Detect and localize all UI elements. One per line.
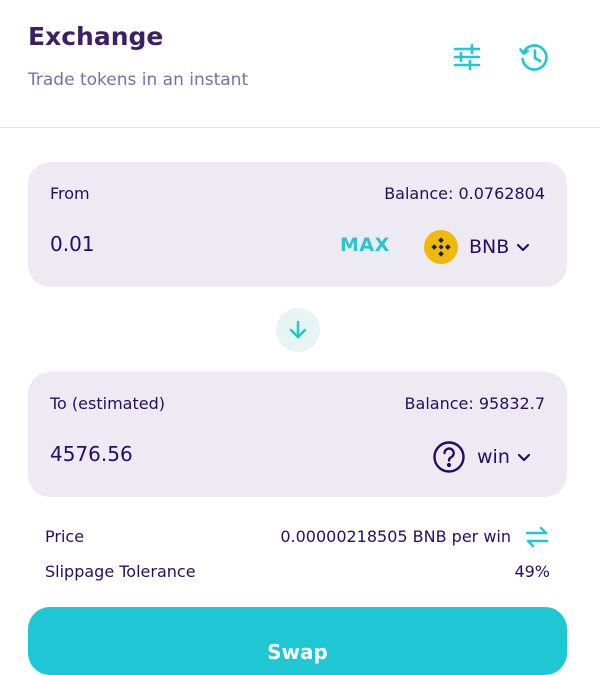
sliders-icon (453, 43, 481, 71)
to-token-select[interactable]: win (432, 439, 532, 475)
to-balance: Balance: 95832.7 (404, 394, 545, 413)
max-button[interactable]: MAX (340, 234, 390, 256)
arrow-down-icon (289, 320, 307, 339)
chevron-down-icon (515, 239, 531, 255)
swap-button[interactable]: Swap (28, 607, 567, 675)
slippage-label: Slippage Tolerance (45, 562, 196, 581)
from-label: From (50, 184, 90, 203)
price-label: Price (45, 527, 85, 546)
from-balance: Balance: 0.0762804 (384, 184, 545, 203)
bnb-logo-icon (424, 230, 458, 264)
to-amount-input[interactable] (50, 442, 270, 466)
to-token-symbol: win (477, 446, 510, 468)
page-subtitle: Trade tokens in an instant (28, 70, 249, 90)
history-icon (519, 44, 548, 71)
swap-price-direction-button[interactable] (524, 525, 550, 549)
to-panel: To (estimated) Balance: 95832.7 win (28, 372, 567, 497)
switch-direction-button[interactable] (276, 308, 320, 352)
exchange-card: Exchange Trade tokens in an instant From… (0, 0, 600, 675)
from-token-symbol: BNB (469, 236, 510, 258)
swap-arrows-icon (525, 526, 549, 548)
slippage-row: Slippage Tolerance 49% (45, 560, 550, 584)
price-row: Price 0.00000218505 BNB per win (45, 525, 550, 549)
to-label: To (estimated) (50, 394, 165, 413)
from-panel: From Balance: 0.0762804 MAX BNB (28, 162, 567, 287)
from-token-select[interactable]: BNB (424, 229, 531, 265)
settings-button[interactable] (450, 40, 484, 74)
chevron-down-icon (516, 449, 532, 465)
page-title: Exchange (28, 22, 164, 51)
card-header: Exchange Trade tokens in an instant (0, 0, 600, 128)
from-amount-input[interactable] (50, 232, 270, 256)
history-button[interactable] (517, 40, 551, 74)
slippage-value: 49% (514, 562, 550, 581)
price-value: 0.00000218505 BNB per win (280, 527, 511, 546)
question-circle-icon (432, 440, 466, 474)
